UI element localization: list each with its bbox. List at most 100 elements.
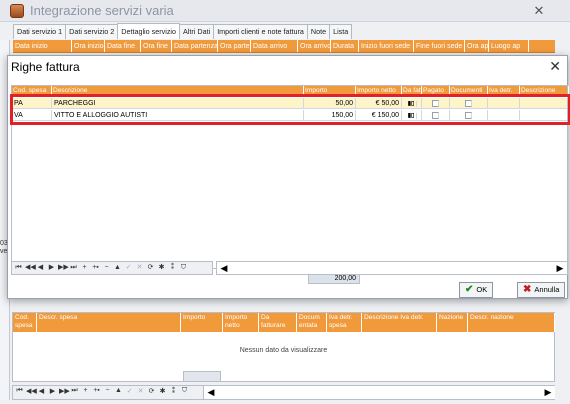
column-header[interactable]: Importo netto — [223, 313, 259, 332]
importo-netto-cell[interactable]: € 50,00 — [356, 98, 402, 108]
column-header[interactable]: Iva detr. spesa — [327, 313, 362, 332]
nav-button-0[interactable]: ⏮ — [14, 262, 23, 274]
importo-cell[interactable]: 50,00 — [304, 98, 356, 108]
cod-spesa-cell[interactable]: VA — [12, 110, 52, 120]
da-fatturare-cell[interactable]: ▮▯ — [402, 98, 422, 108]
cod-spesa-cell[interactable]: PA — [12, 98, 52, 108]
nav-button-10[interactable]: ✓ — [125, 387, 134, 395]
scroll-right-icon[interactable]: ▶ — [553, 262, 567, 274]
nav-button-0[interactable]: ⏮ — [15, 387, 24, 395]
column-header[interactable]: Iva detr. — [488, 86, 520, 96]
pagato-checkbox-cell[interactable] — [422, 110, 450, 120]
nav-button-15[interactable]: ⛉ — [180, 387, 189, 395]
iva-detr-cell[interactable] — [488, 98, 520, 108]
nav-button-14[interactable]: ⁑ — [168, 262, 177, 274]
dialog-close-button[interactable]: ✕ — [549, 58, 561, 75]
tab-dati-servizio-2[interactable]: Dati servizio 2 — [65, 24, 119, 39]
descrizione-iva-cell[interactable] — [520, 110, 569, 120]
column-header[interactable]: Cod. spesa — [13, 313, 37, 332]
tab-importi-clienti-e-note-fattura[interactable]: Importi clienti e note fattura — [213, 24, 308, 39]
nav-button-15[interactable]: ⛉ — [179, 262, 188, 274]
column-header[interactable]: Data inizio — [13, 40, 72, 52]
descrizione-iva-cell[interactable] — [520, 98, 569, 108]
window-close-button[interactable]: ✕ — [525, 3, 553, 19]
table-row[interactable]: PA PARCHEGGI 50,00 € 50,00 ▮▯ — [12, 98, 569, 109]
importo-netto-cell[interactable]: € 150,00 — [356, 110, 402, 120]
column-header[interactable]: Da fatturare — [259, 313, 297, 332]
checkbox[interactable] — [432, 99, 439, 107]
dialog-hscrollbar[interactable]: ◀ ▶ — [216, 261, 568, 275]
column-header[interactable]: Documenti — [450, 86, 488, 96]
checkbox[interactable] — [465, 111, 472, 119]
documentata-checkbox-cell[interactable] — [450, 110, 488, 120]
checkbox[interactable] — [465, 99, 472, 107]
nav-button-2[interactable]: ◀ — [36, 262, 45, 274]
nav-button-1[interactable]: ◀◀ — [26, 387, 37, 395]
tab-dati-servizio-1[interactable]: Dati servizio 1 — [13, 24, 67, 39]
scroll-left-icon[interactable]: ◀ — [204, 386, 218, 399]
column-header[interactable]: Data fine — [105, 40, 141, 52]
expense-hscrollbar[interactable]: ◀ ▶ — [203, 386, 555, 399]
nav-button-5[interactable]: ⏭ — [70, 387, 79, 395]
nav-button-13[interactable]: ✱ — [158, 387, 167, 395]
column-header[interactable]: Descrizione — [520, 86, 569, 96]
documentata-checkbox-cell[interactable] — [450, 98, 488, 108]
importo-cell[interactable]: 150,00 — [304, 110, 356, 120]
nav-button-4[interactable]: ▶▶ — [58, 262, 69, 274]
nav-button-12[interactable]: ⟳ — [146, 262, 155, 274]
column-header[interactable]: Ora inizio — [72, 40, 105, 52]
column-header[interactable]: Descrizione — [52, 86, 304, 96]
column-header[interactable]: Cod. spesa — [12, 86, 52, 96]
column-header[interactable]: Ora arrivo — [298, 40, 331, 52]
nav-button-2[interactable]: ◀ — [37, 387, 46, 395]
nav-button-3[interactable]: ▶ — [47, 262, 56, 274]
checkbox[interactable] — [432, 111, 439, 119]
ok-button[interactable]: ✔ OK — [459, 282, 494, 298]
nav-button-11[interactable]: ✕ — [136, 387, 145, 395]
cancel-button[interactable]: ✖ Annulla — [517, 282, 566, 298]
nav-button-13[interactable]: ✱ — [157, 262, 166, 274]
nav-button-10[interactable]: ✓ — [124, 262, 133, 274]
scroll-right-icon[interactable]: ▶ — [541, 386, 555, 399]
column-header[interactable]: Luogo ap — [489, 40, 529, 52]
column-header[interactable]: Inizio fuori sede — [359, 40, 414, 52]
tab-lista[interactable]: Lista — [329, 24, 353, 39]
tab-dettaglio-servizio[interactable]: Dettaglio servizio — [117, 23, 181, 39]
nav-button-1[interactable]: ◀◀ — [25, 262, 36, 274]
nav-button-6[interactable]: + — [81, 387, 90, 395]
nav-button-14[interactable]: ⁑ — [169, 387, 178, 395]
scroll-left-icon[interactable]: ◀ — [217, 262, 231, 274]
column-header[interactable]: Descr. spesa — [37, 313, 181, 332]
column-header[interactable]: Ora parten — [218, 40, 251, 52]
column-header[interactable]: Fine fuori sede — [414, 40, 465, 52]
nav-button-7[interactable]: +▪ — [91, 262, 100, 274]
column-header[interactable]: Ora ap — [465, 40, 489, 52]
da-fatturare-cell[interactable]: ▮▯ — [402, 110, 422, 120]
nav-button-3[interactable]: ▶ — [48, 387, 57, 395]
nav-button-9[interactable]: ▲ — [113, 262, 122, 274]
column-header[interactable]: Descrizione Iva detr. — [362, 313, 437, 332]
column-header[interactable]: Pagato — [422, 86, 450, 96]
nav-button-8[interactable]: − — [103, 387, 112, 395]
column-header[interactable]: Nazione — [437, 313, 468, 332]
column-header[interactable]: Descr. nazione — [468, 313, 555, 332]
nav-button-5[interactable]: ⏭ — [69, 262, 78, 274]
column-header[interactable]: Ora fine — [141, 40, 172, 52]
tab-altri-dati[interactable]: Altri Dati — [179, 24, 215, 39]
nav-button-4[interactable]: ▶▶ — [59, 387, 70, 395]
column-header[interactable]: Data arrivo — [251, 40, 298, 52]
description-cell[interactable]: PARCHEGGI — [52, 98, 304, 108]
tab-note[interactable]: Note — [306, 24, 331, 39]
nav-button-11[interactable]: ✕ — [135, 262, 144, 274]
column-header[interactable]: Docum entata — [297, 313, 327, 332]
nav-button-6[interactable]: + — [80, 262, 89, 274]
column-header[interactable]: Da fattu — [402, 86, 422, 96]
nav-button-9[interactable]: ▲ — [114, 387, 123, 395]
column-header[interactable]: Durata — [331, 40, 359, 52]
description-cell[interactable]: VITTO E ALLOGGIO AUTISTI — [52, 110, 304, 120]
nav-button-7[interactable]: +▪ — [92, 387, 101, 395]
column-header[interactable]: Importo — [181, 313, 223, 332]
nav-button-12[interactable]: ⟳ — [147, 387, 156, 395]
pagato-checkbox-cell[interactable] — [422, 98, 450, 108]
table-row[interactable]: VA VITTO E ALLOGGIO AUTISTI 150,00 € 150,00… — [12, 110, 569, 121]
